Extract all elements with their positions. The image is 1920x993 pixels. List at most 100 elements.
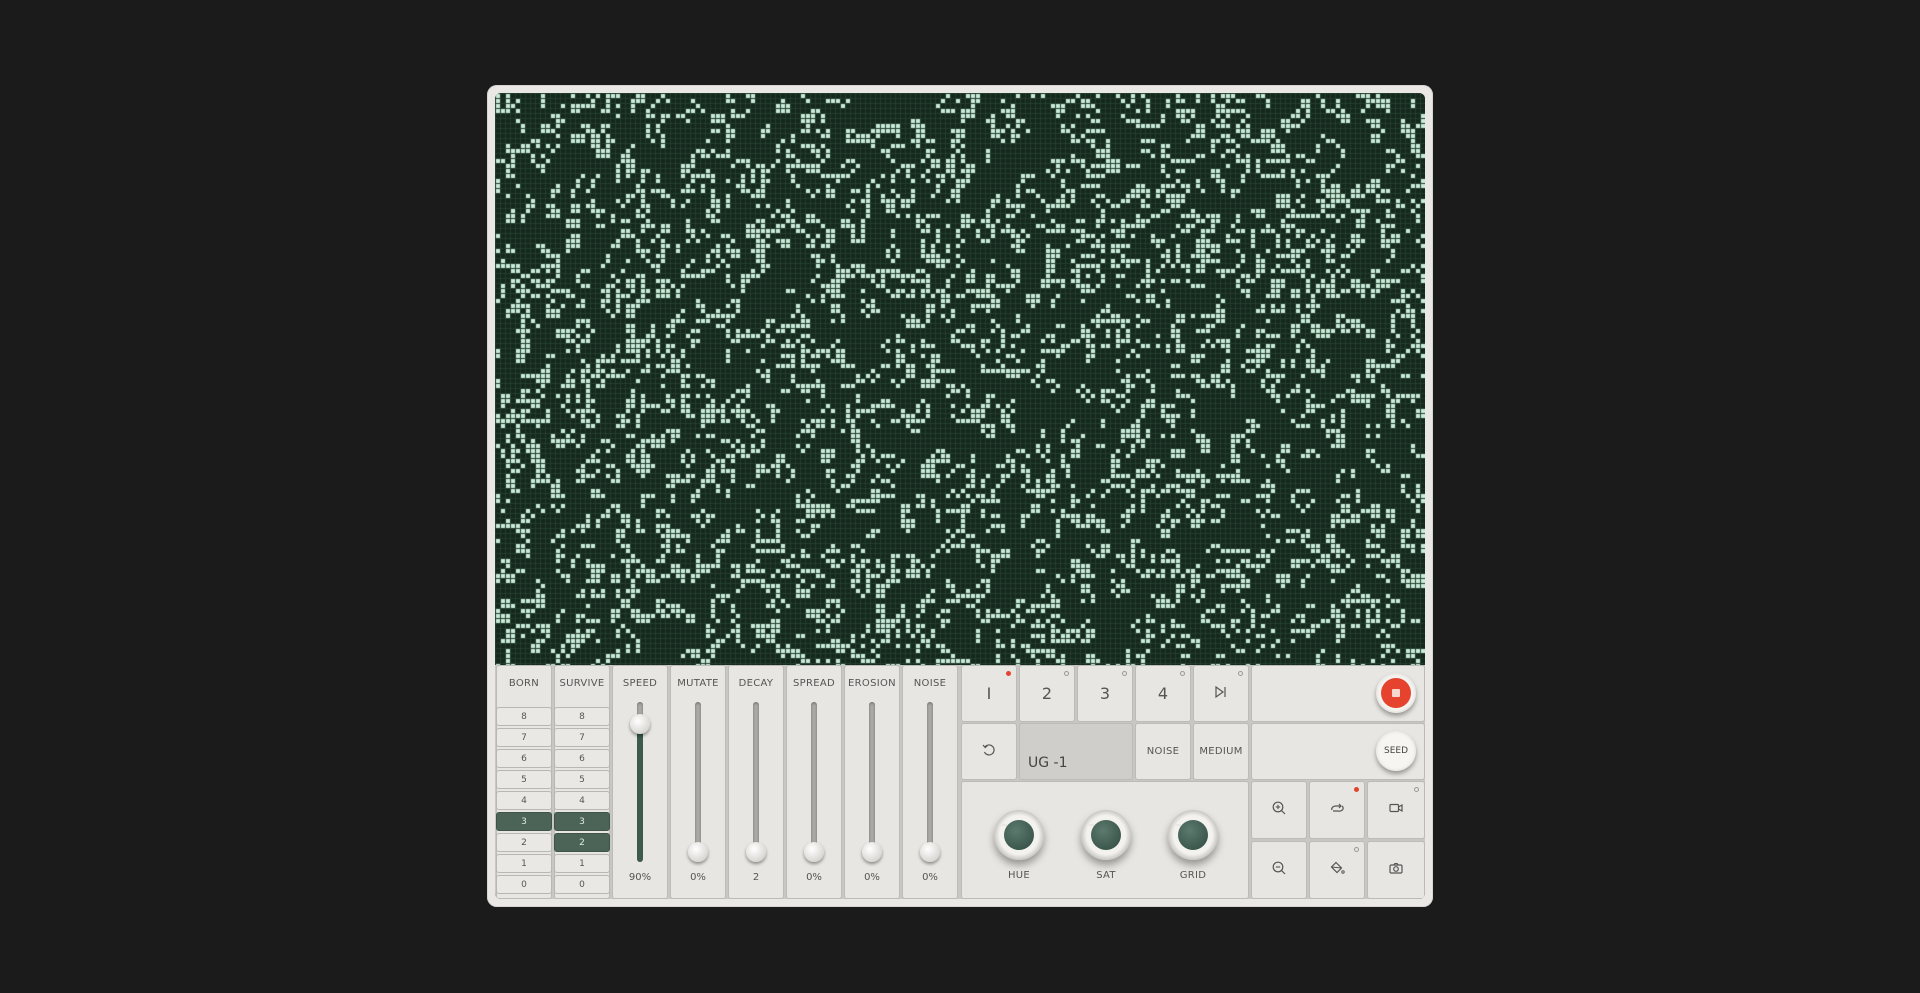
speed-label: SPEED: [622, 678, 658, 689]
decay-slider-track[interactable]: [753, 702, 759, 862]
erosion-label: EROSION: [848, 678, 896, 689]
pattern-button-2[interactable]: 2: [1019, 665, 1075, 722]
survive-toggle-6[interactable]: 6: [554, 749, 610, 768]
skip-led: [1238, 671, 1243, 676]
pattern-led-2: [1064, 671, 1069, 676]
born-toggle-3[interactable]: 3: [496, 812, 552, 831]
fill-button[interactable]: [1309, 841, 1365, 899]
cellular-automaton-grid[interactable]: [495, 93, 1425, 665]
spread-slider-column: SPREAD 0%: [786, 665, 842, 899]
knob-area: HUE SAT GRID: [961, 781, 1249, 899]
born-toggle-6[interactable]: 6: [496, 749, 552, 768]
video-camera-icon: [1388, 800, 1404, 820]
speed-value: 90%: [628, 872, 652, 883]
spread-slider-thumb[interactable]: [804, 842, 824, 862]
snapshot-button[interactable]: [1367, 841, 1425, 899]
survive-toggle-1[interactable]: 1: [554, 854, 610, 873]
pattern-button-3[interactable]: 3: [1077, 665, 1133, 722]
paint-bucket-icon: [1329, 860, 1345, 880]
skip-forward-button[interactable]: [1193, 665, 1249, 722]
hue-label: HUE: [1007, 870, 1031, 881]
born-toggle-7[interactable]: 7: [496, 728, 552, 747]
pattern-led-1: [1006, 671, 1011, 676]
erosion-value: 0%: [864, 872, 880, 883]
decay-slider-column: DECAY 2: [728, 665, 784, 899]
survive-toggle-3[interactable]: 3: [554, 812, 610, 831]
device-frame: BORN SURVIVE 876543210 876543210 SPEED 90…: [487, 85, 1433, 907]
survive-toggle-0[interactable]: 0: [554, 875, 610, 894]
mutate-value: 0%: [690, 872, 706, 883]
grid-label: GRID: [1179, 870, 1207, 881]
fill-led: [1354, 847, 1359, 852]
record-button[interactable]: [1376, 673, 1416, 713]
erosion-slider-track[interactable]: [869, 702, 875, 862]
born-toggle-5[interactable]: 5: [496, 770, 552, 789]
decay-label: DECAY: [738, 678, 774, 689]
erosion-slider-column: EROSION 0%: [844, 665, 900, 899]
decay-value: 2: [752, 872, 760, 883]
speed-slider-fill: [637, 716, 643, 862]
device-inner: BORN SURVIVE 876543210 876543210 SPEED 90…: [495, 93, 1425, 899]
pattern-button-4[interactable]: 4: [1135, 665, 1191, 722]
born-toggle-1[interactable]: 1: [496, 854, 552, 873]
mutate-slider-thumb[interactable]: [688, 842, 708, 862]
hue-knob[interactable]: [994, 810, 1044, 860]
born-toggle-4[interactable]: 4: [496, 791, 552, 810]
survive-toggle-8[interactable]: 8: [554, 707, 610, 726]
spread-slider-track[interactable]: [811, 702, 817, 862]
stop-icon: [1392, 689, 1400, 697]
survive-toggle-7[interactable]: 7: [554, 728, 610, 747]
zoom-in-button[interactable]: [1251, 781, 1307, 839]
mutate-label: MUTATE: [677, 678, 719, 689]
noise-slider-track[interactable]: [927, 702, 933, 862]
born-label: BORN: [508, 678, 540, 689]
noise-slider-column: NOISE 0%: [902, 665, 958, 899]
noise-slider-thumb[interactable]: [920, 842, 940, 862]
zoom-in-icon: [1271, 800, 1287, 820]
decay-slider-thumb[interactable]: [746, 842, 766, 862]
mutate-slider-column: MUTATE 0%: [670, 665, 726, 899]
zoom-out-button[interactable]: [1251, 841, 1307, 899]
survive-label: SURVIVE: [559, 678, 605, 689]
noise-value: 0%: [922, 872, 938, 883]
grid-knob[interactable]: [1168, 810, 1218, 860]
survive-toggle-2[interactable]: 2: [554, 833, 610, 852]
sat-knob[interactable]: [1081, 810, 1131, 860]
erosion-slider-thumb[interactable]: [862, 842, 882, 862]
noise-mode-button[interactable]: NOISE: [1135, 723, 1191, 780]
survive-toggle-4[interactable]: 4: [554, 791, 610, 810]
skip-forward-icon: [1213, 684, 1229, 704]
pattern-label-1: I: [986, 684, 992, 703]
preset-display-text: UG -1: [1028, 755, 1068, 771]
video-button[interactable]: [1367, 781, 1425, 839]
zoom-out-icon: [1271, 860, 1287, 880]
reset-icon: [981, 742, 997, 762]
spread-value: 0%: [806, 872, 822, 883]
seed-label: SEED: [1383, 746, 1409, 756]
survive-toggle-5[interactable]: 5: [554, 770, 610, 789]
record-area: [1251, 665, 1425, 722]
mutate-slider-track[interactable]: [695, 702, 701, 862]
seed-button[interactable]: SEED: [1376, 731, 1416, 771]
pattern-led-3: [1122, 671, 1127, 676]
preset-display: UG -1: [1019, 723, 1133, 780]
born-toggle-8[interactable]: 8: [496, 707, 552, 726]
spread-label: SPREAD: [793, 678, 835, 689]
loop-icon: [1329, 800, 1345, 820]
pattern-label-3: 3: [1099, 684, 1111, 703]
noise-mode-label: NOISE: [1146, 746, 1180, 757]
born-toggle-0[interactable]: 0: [496, 875, 552, 894]
noise-label: NOISE: [913, 678, 947, 689]
born-toggle-2[interactable]: 2: [496, 833, 552, 852]
sat-label: SAT: [1096, 870, 1116, 881]
camera-icon: [1388, 860, 1404, 880]
reset-button[interactable]: [961, 723, 1017, 780]
loop-button[interactable]: [1309, 781, 1365, 839]
speed-slider-thumb[interactable]: [630, 714, 650, 734]
pattern-button-1[interactable]: I: [961, 665, 1017, 722]
control-panel: BORN SURVIVE 876543210 876543210 SPEED 90…: [495, 665, 1425, 899]
seed-area: SEED: [1251, 723, 1425, 780]
loop-led: [1354, 787, 1359, 792]
medium-mode-button[interactable]: MEDIUM: [1193, 723, 1249, 780]
pattern-label-2: 2: [1041, 684, 1053, 703]
